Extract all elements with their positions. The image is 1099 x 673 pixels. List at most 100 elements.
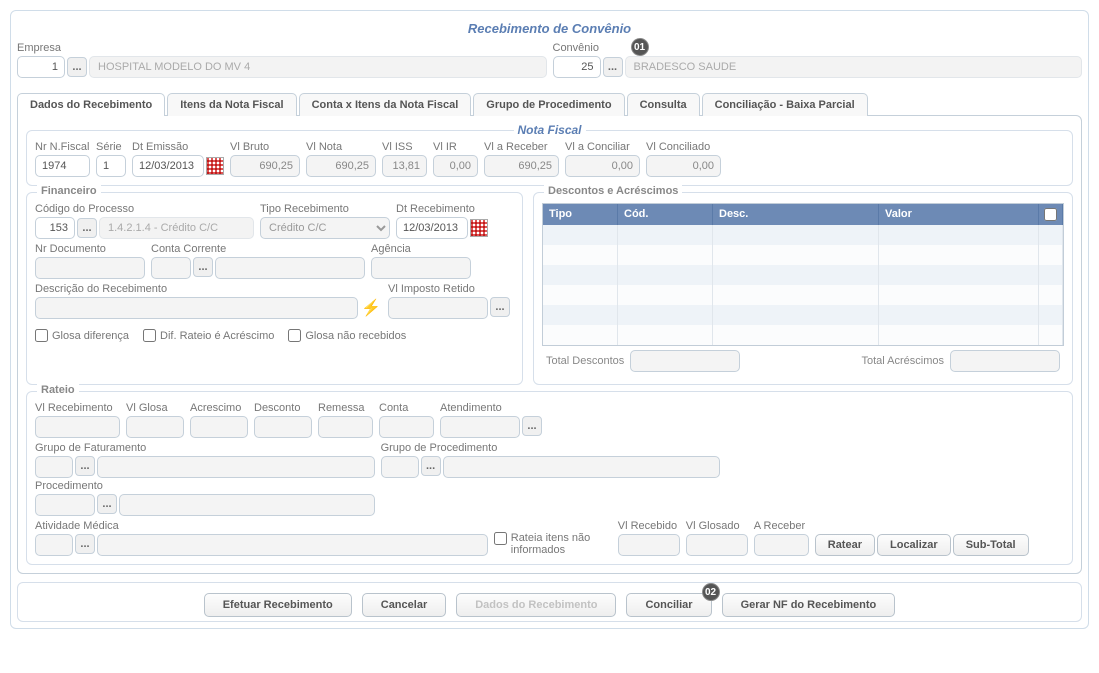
codigo-processo-lov-button[interactable]: ... bbox=[77, 218, 97, 238]
procedimento-lov-button[interactable]: ... bbox=[97, 494, 117, 514]
total-descontos-label: Total Descontos bbox=[546, 355, 624, 367]
grupo-fat-lov-button[interactable]: ... bbox=[75, 456, 95, 476]
agencia-label: Agência bbox=[371, 243, 471, 255]
vl-recebimento-input[interactable] bbox=[35, 416, 120, 438]
table-row[interactable] bbox=[543, 305, 1063, 325]
rateio-fieldset: Rateio Vl Recebimento Vl Glosa Acrescimo… bbox=[26, 391, 1073, 565]
table-row[interactable] bbox=[543, 325, 1063, 345]
grupo-proc-code[interactable] bbox=[381, 456, 419, 478]
vl-imposto-lov-button[interactable]: ... bbox=[490, 297, 510, 317]
remessa-label: Remessa bbox=[318, 402, 373, 414]
total-acrescimos-label: Total Acréscimos bbox=[861, 355, 944, 367]
cb-glosa-diferenca[interactable]: Glosa diferença bbox=[35, 329, 129, 342]
acrescimo-input[interactable] bbox=[190, 416, 248, 438]
tab-itens-nota[interactable]: Itens da Nota Fiscal bbox=[167, 93, 296, 116]
atendimento-label: Atendimento bbox=[440, 402, 542, 414]
conta-input[interactable] bbox=[379, 416, 434, 438]
dt-recebimento-input[interactable] bbox=[396, 217, 468, 239]
desconto-input[interactable] bbox=[254, 416, 312, 438]
grupo-proc-lov-button[interactable]: ... bbox=[421, 456, 441, 476]
efetuar-recebimento-button[interactable]: Efetuar Recebimento bbox=[204, 593, 352, 617]
table-row[interactable] bbox=[543, 265, 1063, 285]
cb-dif-rateio[interactable]: Dif. Rateio é Acréscimo bbox=[143, 329, 274, 342]
descricao-receb-input[interactable] bbox=[35, 297, 358, 319]
convenio-input[interactable] bbox=[553, 56, 601, 78]
atendimento-input[interactable] bbox=[440, 416, 520, 438]
dt-recebimento-calendar-icon[interactable] bbox=[470, 219, 488, 237]
tab-grupo-procedimento[interactable]: Grupo de Procedimento bbox=[473, 93, 624, 116]
cb-glosa-nao-recebidos[interactable]: Glosa não recebidos bbox=[288, 329, 406, 342]
empresa-lov-button[interactable]: ... bbox=[67, 57, 87, 77]
vl-recebido-input bbox=[618, 534, 680, 556]
atividade-code[interactable] bbox=[35, 534, 73, 556]
nr-documento-label: Nr Documento bbox=[35, 243, 145, 255]
conta-corrente-desc bbox=[215, 257, 365, 279]
bolt-icon[interactable]: ⚡ bbox=[360, 297, 382, 319]
vl-glosa-input[interactable] bbox=[126, 416, 184, 438]
table-row[interactable] bbox=[543, 285, 1063, 305]
action-bar: Efetuar Recebimento Cancelar Dados do Re… bbox=[17, 582, 1082, 622]
conciliar-button[interactable]: Conciliar bbox=[626, 593, 711, 617]
codigo-processo-input[interactable] bbox=[35, 217, 75, 239]
descontos-fieldset: Descontos e Acréscimos Tipo Cód. Desc. V… bbox=[533, 192, 1073, 385]
dt-emissao-input[interactable] bbox=[132, 155, 204, 177]
tipo-recebimento-select[interactable]: Crédito C/C bbox=[260, 217, 390, 239]
vl-glosado-label: Vl Glosado bbox=[686, 520, 748, 532]
vl-glosa-label: Vl Glosa bbox=[126, 402, 184, 414]
header-row: Empresa ... HOSPITAL MODELO DO MV 4 Conv… bbox=[17, 42, 1082, 78]
atividade-label: Atividade Médica bbox=[35, 520, 488, 532]
tab-consulta[interactable]: Consulta bbox=[627, 93, 700, 116]
atividade-lov-button[interactable]: ... bbox=[75, 534, 95, 554]
grupo-fat-desc bbox=[97, 456, 375, 478]
nr-nfiscal-label: Nr N.Fiscal bbox=[35, 141, 90, 153]
grupo-fat-label: Grupo de Faturamento bbox=[35, 442, 375, 454]
grupo-proc-label: Grupo de Procedimento bbox=[381, 442, 721, 454]
grid-header: Tipo Cód. Desc. Valor bbox=[543, 204, 1063, 225]
empresa-input[interactable] bbox=[17, 56, 65, 78]
cancelar-button[interactable]: Cancelar bbox=[362, 593, 446, 617]
rateio-legend: Rateio bbox=[37, 384, 79, 396]
agencia-input bbox=[371, 257, 471, 279]
serie-input[interactable] bbox=[96, 155, 126, 177]
vl-ir-label: Vl IR bbox=[433, 141, 478, 153]
vl-recebido-label: Vl Recebido bbox=[618, 520, 680, 532]
table-row[interactable] bbox=[543, 245, 1063, 265]
conta-corrente-label: Conta Corrente bbox=[151, 243, 365, 255]
tab-conta-itens[interactable]: Conta x Itens da Nota Fiscal bbox=[299, 93, 472, 116]
table-row[interactable] bbox=[543, 225, 1063, 245]
vl-imposto-input bbox=[388, 297, 488, 319]
gerar-nf-button[interactable]: Gerar NF do Recebimento bbox=[722, 593, 896, 617]
grid-body bbox=[543, 225, 1063, 345]
conta-corrente-input[interactable] bbox=[151, 257, 191, 279]
col-tipo: Tipo bbox=[543, 204, 618, 225]
main-panel: Recebimento de Convênio Empresa ... HOSP… bbox=[10, 10, 1089, 629]
convenio-lov-button[interactable]: ... bbox=[603, 57, 623, 77]
procedimento-label: Procedimento bbox=[35, 480, 375, 492]
cb-rateia-itens[interactable]: Rateia itens não informados bbox=[494, 532, 604, 556]
tab-dados-recebimento[interactable]: Dados do Recebimento bbox=[17, 93, 165, 116]
vl-nota-label: Vl Nota bbox=[306, 141, 376, 153]
tab-conciliacao[interactable]: Conciliação - Baixa Parcial bbox=[702, 93, 868, 116]
subtotal-button[interactable]: Sub-Total bbox=[953, 534, 1029, 556]
nr-nfiscal-input[interactable] bbox=[35, 155, 90, 177]
vl-ir-input bbox=[433, 155, 478, 177]
vl-nota-input bbox=[306, 155, 376, 177]
grid-header-checkbox[interactable] bbox=[1044, 208, 1057, 221]
procedimento-code[interactable] bbox=[35, 494, 95, 516]
col-valor: Valor bbox=[879, 204, 1039, 225]
ratear-button[interactable]: Ratear bbox=[815, 534, 875, 556]
nota-fiscal-fieldset: Nota Fiscal Nr N.Fiscal Série Dt Emissão… bbox=[26, 130, 1073, 186]
vl-iss-label: Vl ISS bbox=[382, 141, 427, 153]
vl-iss-input bbox=[382, 155, 427, 177]
atendimento-lov-button[interactable]: ... bbox=[522, 416, 542, 436]
financeiro-fieldset: Financeiro Código do Processo ... 1.4.2.… bbox=[26, 192, 523, 385]
dt-emissao-label: Dt Emissão bbox=[132, 141, 224, 153]
dt-recebimento-label: Dt Recebimento bbox=[396, 203, 488, 215]
dt-emissao-calendar-icon[interactable] bbox=[206, 157, 224, 175]
localizar-button[interactable]: Localizar bbox=[877, 534, 951, 556]
remessa-input[interactable] bbox=[318, 416, 373, 438]
nr-documento-input[interactable] bbox=[35, 257, 145, 279]
grupo-fat-code[interactable] bbox=[35, 456, 73, 478]
badge-01: 01 bbox=[631, 38, 649, 56]
conta-corrente-lov-button[interactable]: ... bbox=[193, 257, 213, 277]
